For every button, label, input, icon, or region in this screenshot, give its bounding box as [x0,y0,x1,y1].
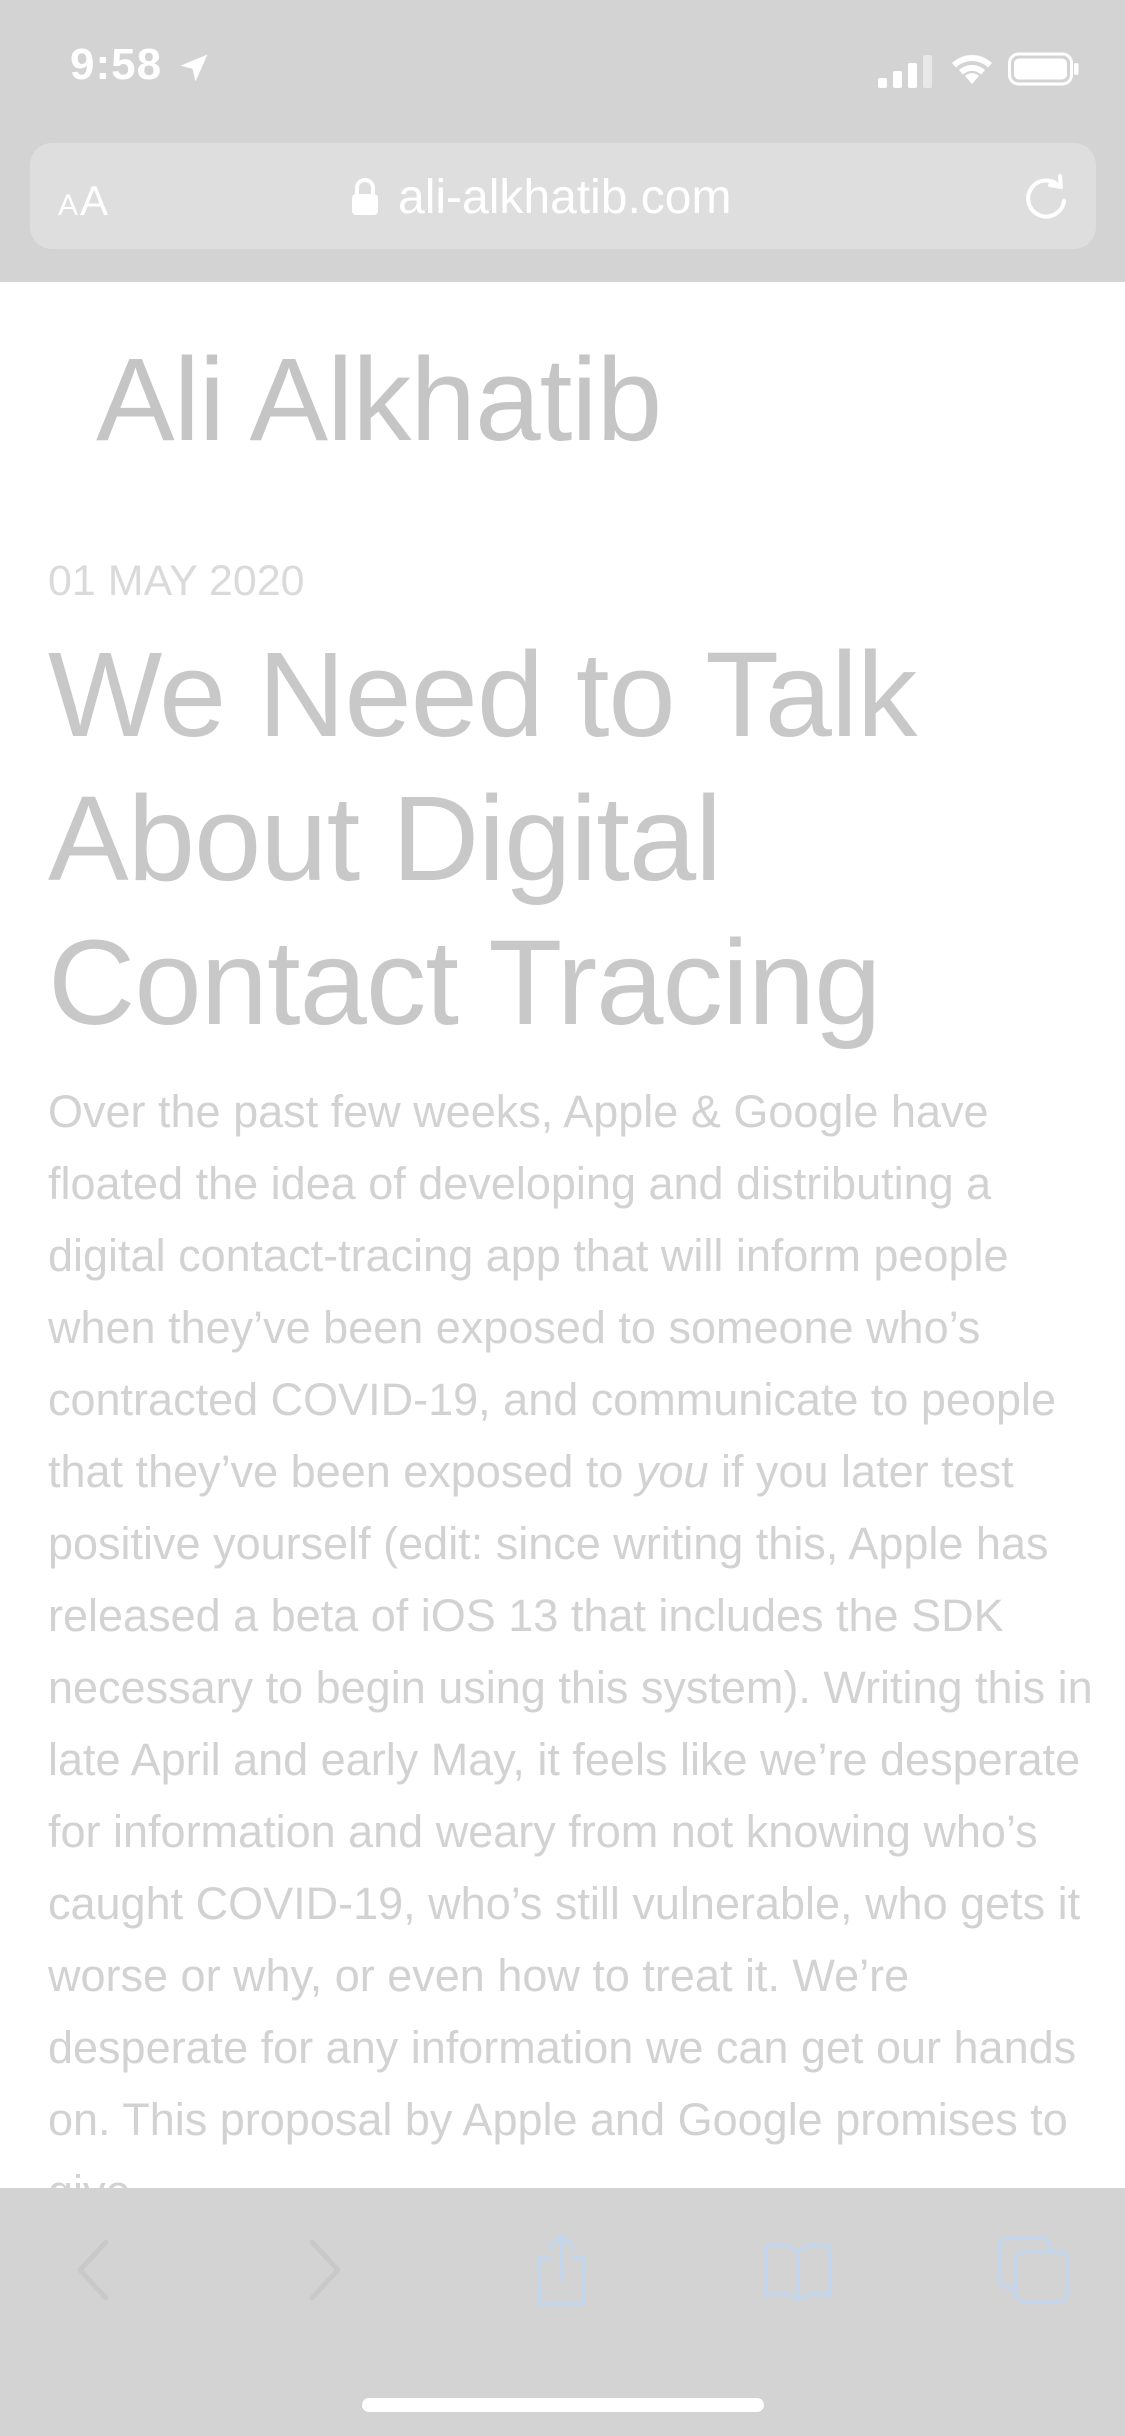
back-icon [77,2239,109,2301]
url-text: ali-alkhatib.com [398,170,732,224]
site-title[interactable]: Ali Alkhatib [96,332,662,468]
post-body: Over the past few weeks, Apple & Google … [48,1076,1098,2188]
address-area: A A ali-alkhatib.com [0,140,1125,282]
tabs-button[interactable] [994,2230,1074,2310]
bottom-toolbar [0,2188,1125,2436]
cellular-signal-icon [878,55,932,88]
post-title: We Need to Talk About Digital Contact Tr… [48,626,917,1050]
aa-small-letter: A [58,189,79,222]
location-arrow-icon [180,54,208,82]
url-display[interactable]: ali-alkhatib.com [350,167,731,227]
lock-icon [352,178,378,215]
battery-icon [1008,52,1079,86]
post-body-emphasis: you [635,1446,709,1497]
post-body-text-start: Over the past few weeks, Apple & Google … [48,1086,1057,1497]
back-button[interactable] [54,2230,134,2310]
reload-icon[interactable] [1020,171,1072,223]
share-icon [538,2234,586,2306]
address-bar[interactable]: A A ali-alkhatib.com [30,143,1096,249]
aa-large-letter: A [80,177,109,224]
status-time: 9:58 [70,40,163,89]
status-bar: 9:58 [0,0,1125,140]
post-date: 01 MAY 2020 [48,557,305,605]
tabs-icon [998,2236,1070,2304]
share-button[interactable] [522,2230,602,2310]
bookmarks-icon [764,2243,832,2302]
web-content: Ali Alkhatib 01 MAY 2020 We Need to Talk… [0,282,1125,2188]
forward-button[interactable] [284,2230,364,2310]
wifi-icon [952,55,992,84]
home-indicator[interactable] [362,2398,764,2412]
forward-icon [309,2239,341,2301]
reader-view-button[interactable]: A A [58,173,128,224]
bookmarks-button[interactable] [758,2230,838,2310]
post-body-text-end: if you later test positive yourself (edi… [48,1446,1093,2188]
